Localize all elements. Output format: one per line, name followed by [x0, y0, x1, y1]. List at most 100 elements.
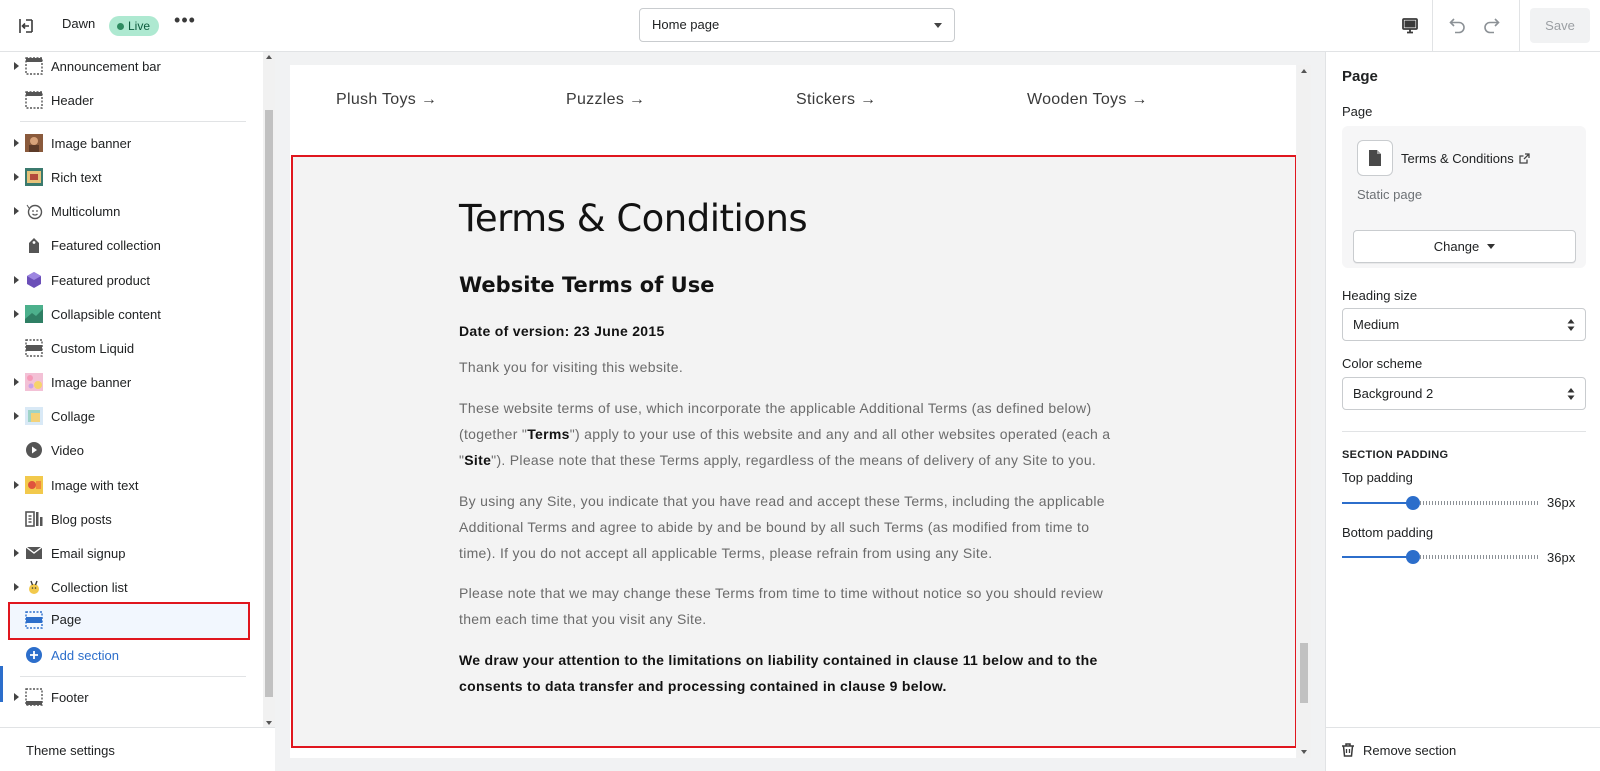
live-label: Live — [128, 19, 151, 33]
live-status-badge: Live — [109, 16, 160, 36]
undo-button[interactable] — [1445, 12, 1471, 38]
slider-handle[interactable] — [1406, 550, 1420, 564]
sidebar-item-label: Image banner — [51, 375, 132, 390]
sidebar-item-blog-posts[interactable]: Blog posts — [8, 502, 250, 536]
sidebar-item-rich-text[interactable]: Rich text — [8, 160, 250, 194]
expand-caret-icon[interactable] — [14, 412, 19, 420]
scroll-down-arrow-icon[interactable] — [266, 721, 272, 725]
top-padding-slider[interactable] — [1342, 495, 1538, 511]
selected-page-link[interactable]: Terms & Conditions — [1401, 151, 1530, 166]
expand-caret-icon[interactable] — [14, 310, 19, 318]
paragraph-text: "). Please note that these Terms apply, … — [491, 452, 1097, 468]
scroll-up-arrow-icon[interactable] — [1301, 69, 1307, 73]
heading-size-label: Heading size — [1342, 288, 1418, 303]
top-padding-value: 36px — [1547, 495, 1576, 510]
page-section-selected[interactable]: Terms & Conditions Website Terms of Use … — [291, 155, 1296, 748]
store-preview-frame[interactable]: Plush Toys → Puzzles → Stickers → Wooden… — [290, 65, 1296, 758]
sidebar-item-email-signup[interactable]: Email signup — [8, 536, 250, 570]
sidebar-item-announcement-bar[interactable]: Announcement bar — [8, 49, 250, 83]
sections-sidebar: Announcement bar Header Image banner Ric… — [0, 52, 275, 771]
expand-caret-icon[interactable] — [14, 583, 19, 591]
sidebar-item-collage[interactable]: Collage — [8, 399, 250, 433]
sidebar-item-label: Collection list — [51, 580, 128, 595]
expand-caret-icon[interactable] — [14, 481, 19, 489]
sidebar-item-collapsible-content[interactable]: Collapsible content — [8, 297, 250, 331]
change-page-button[interactable]: Change — [1353, 230, 1576, 263]
collection-link[interactable]: Plush Toys → — [336, 91, 437, 109]
collection-link[interactable]: Wooden Toys → — [1027, 91, 1148, 109]
document-icon — [1369, 150, 1381, 166]
theme-settings-button[interactable]: Theme settings — [0, 727, 275, 771]
sidebar-item-header[interactable]: Header — [8, 83, 250, 117]
preview-scrollbar[interactable] — [1297, 65, 1311, 758]
redo-button[interactable] — [1478, 12, 1504, 38]
more-actions-button[interactable]: ••• — [174, 11, 196, 36]
page-selector[interactable]: Home page — [639, 8, 955, 42]
bottom-padding-slider[interactable] — [1342, 549, 1538, 565]
collection-link[interactable]: Stickers → — [796, 91, 876, 109]
desktop-view-button[interactable] — [1397, 13, 1423, 39]
sidebar-item-footer[interactable]: Footer — [8, 680, 250, 714]
sidebar-item-video[interactable]: Video — [8, 433, 250, 467]
divider — [1342, 431, 1586, 432]
paragraph: Please note that we may change these Ter… — [459, 585, 1104, 627]
sidebar-item-featured-product[interactable]: Featured product — [8, 263, 250, 297]
expand-caret-icon[interactable] — [14, 276, 19, 284]
top-padding-label: Top padding — [1342, 470, 1413, 485]
remove-section-button[interactable]: Remove section — [1326, 727, 1600, 771]
divider — [1519, 0, 1520, 51]
scrollbar-thumb[interactable] — [1300, 643, 1308, 703]
product-thumbnail — [27, 272, 41, 288]
sidebar-divider — [20, 121, 246, 122]
scrollbar-thumb[interactable] — [265, 110, 273, 697]
sidebar-item-image-banner[interactable]: Image banner — [8, 126, 250, 160]
scroll-down-arrow-icon[interactable] — [1301, 750, 1307, 754]
sidebar-item-label: Image banner — [51, 136, 132, 151]
heading-size-select[interactable]: Medium — [1342, 308, 1586, 341]
expand-caret-icon[interactable] — [14, 139, 19, 147]
version-date: Date of version: 23 June 2015 — [459, 323, 665, 339]
slider-handle[interactable] — [1406, 496, 1420, 510]
expand-caret-icon[interactable] — [14, 693, 19, 701]
save-button[interactable]: Save — [1530, 8, 1590, 43]
sidebar-divider — [20, 676, 246, 677]
caret-down-icon — [1487, 244, 1496, 249]
tag-icon — [29, 238, 39, 253]
sidebar-item-image-banner-2[interactable]: Image banner — [8, 365, 250, 399]
page-type: Static page — [1357, 187, 1423, 202]
multicolumn-thumbnail — [26, 204, 43, 220]
sidebar-item-multicolumn[interactable]: Multicolumn — [8, 194, 250, 228]
expand-caret-icon[interactable] — [14, 62, 19, 70]
sidebar-item-label: Custom Liquid — [51, 341, 135, 356]
exit-editor-button[interactable] — [13, 13, 39, 39]
expand-caret-icon[interactable] — [14, 173, 19, 181]
page-field-label: Page — [1342, 104, 1373, 119]
color-scheme-select[interactable]: Background 2 — [1342, 377, 1586, 410]
slider-track — [1414, 555, 1538, 559]
sidebar-item-featured-collection[interactable]: Featured collection — [8, 228, 250, 262]
sidebar-item-collection-list[interactable]: Collection list — [8, 570, 250, 604]
collage-thumbnail — [25, 407, 43, 425]
sidebar-item-page[interactable]: Page — [8, 602, 250, 640]
remove-section-label: Remove section — [1363, 743, 1457, 758]
sidebar-item-image-with-text[interactable]: Image with text — [8, 468, 250, 502]
change-page-label: Change — [1433, 239, 1480, 254]
theme-name: Dawn — [62, 16, 96, 31]
sidebar-item-label: Featured product — [51, 273, 151, 288]
theme-settings-label: Theme settings — [26, 743, 115, 758]
sidebar-scrollbar[interactable] — [263, 52, 275, 728]
add-section-button[interactable]: Add section — [8, 638, 250, 672]
sidebar-item-label: Collage — [51, 409, 96, 424]
paragraph-emphasis: We draw your attention to the limitation… — [459, 652, 1098, 694]
bottom-padding-label: Bottom padding — [1342, 525, 1434, 540]
scroll-up-arrow-icon[interactable] — [266, 55, 272, 59]
collection-link[interactable]: Puzzles → — [566, 91, 645, 109]
expand-caret-icon[interactable] — [14, 207, 19, 215]
expand-caret-icon[interactable] — [14, 378, 19, 386]
collapsible-thumbnail — [25, 305, 43, 323]
image-banner-thumbnail-2 — [25, 373, 43, 391]
sidebar-item-custom-liquid[interactable]: Custom Liquid — [8, 331, 250, 365]
section-settings-panel: Page Page Terms & Conditions Static page… — [1325, 52, 1600, 771]
expand-caret-icon[interactable] — [14, 549, 19, 557]
bottom-padding-value: 36px — [1547, 550, 1576, 565]
